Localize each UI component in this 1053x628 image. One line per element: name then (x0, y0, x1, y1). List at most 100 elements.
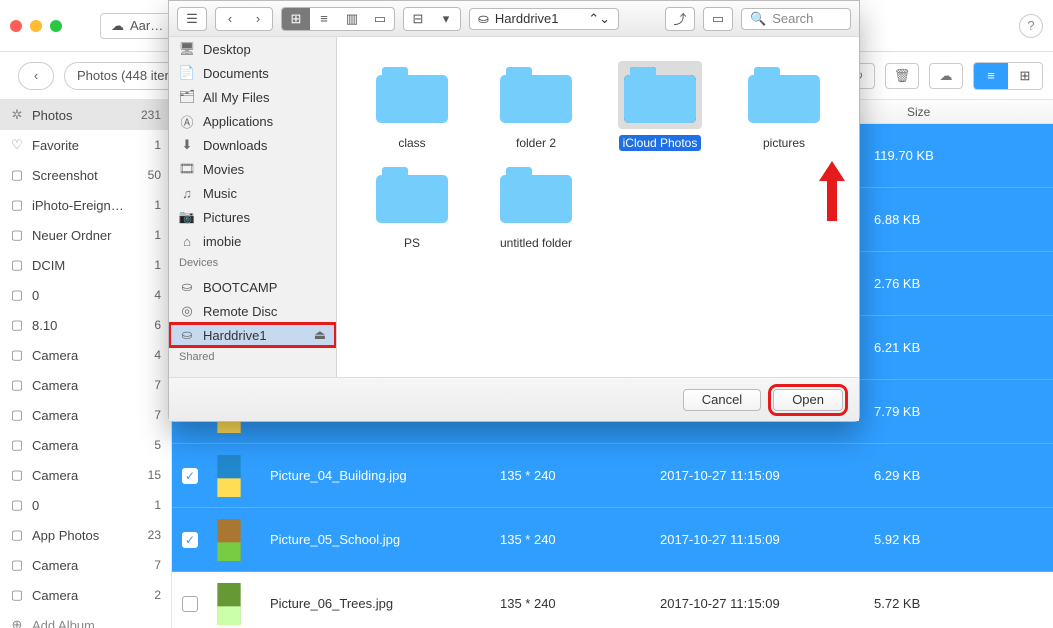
row-checkbox[interactable]: ✓ (172, 468, 208, 484)
table-row[interactable]: ✓ Picture_04_Building.jpg 135 * 240 2017… (172, 444, 1053, 508)
cancel-button[interactable]: Cancel (683, 389, 761, 411)
favorites-music[interactable]: ♫Music (169, 181, 336, 205)
account-badge[interactable]: ☁ Aar… (100, 13, 174, 39)
heart-icon: ♡ (10, 138, 24, 152)
favorites-applications[interactable]: ⒶApplications (169, 109, 336, 133)
delete-button[interactable]: 🗑 (885, 63, 919, 89)
sidebar-item-count: 1 (154, 228, 161, 242)
close-window-button[interactable] (10, 20, 22, 32)
favorites-imobie[interactable]: ⌂imobie (169, 229, 336, 253)
sidebar-item-camera[interactable]: ▢ Camera 4 (0, 340, 171, 370)
row-checkbox[interactable]: ✓ (172, 532, 208, 548)
eject-icon[interactable]: ⏏ (314, 327, 326, 343)
folder-untitled-folder[interactable]: untitled folder (479, 161, 593, 251)
sidebar-item-neuer-ordner[interactable]: ▢ Neuer Ordner 1 (0, 220, 171, 250)
favorites-documents[interactable]: 📄Documents (169, 61, 336, 85)
add-album-button[interactable]: ⊕Add Album (0, 610, 171, 628)
file-size: 6.88 KB (860, 212, 1053, 227)
sidebar-item-screenshot[interactable]: ▢ Screenshot 50 (0, 160, 171, 190)
sidebar-item-8-10[interactable]: ▢ 8.10 6 (0, 310, 171, 340)
folder-class[interactable]: class (355, 61, 469, 151)
sidebar-item-camera[interactable]: ▢ Camera 7 (0, 550, 171, 580)
view-segment: ⊞ ≡ ▥ ▭ (281, 7, 395, 31)
help-button[interactable]: ? (1019, 14, 1043, 38)
phone-icon: ▢ (10, 558, 24, 572)
file-size: 6.21 KB (860, 340, 1053, 355)
folder-icon (376, 67, 448, 123)
sidebar-item-0[interactable]: ▢ 0 4 (0, 280, 171, 310)
sidebar-item-camera[interactable]: ▢ Camera 2 (0, 580, 171, 610)
sidebar-item-photos[interactable]: ✲ Photos 231 (0, 100, 171, 130)
favorites-movies[interactable]: 🎞Movies (169, 157, 336, 181)
nav-back-button[interactable]: ‹ (216, 8, 244, 30)
nav-forward-button[interactable]: › (244, 8, 272, 30)
device-bootcamp[interactable]: ⛀BOOTCAMP (169, 275, 336, 299)
sidebar-item-label: 0 (32, 288, 146, 303)
device-harddrive1[interactable]: ⛀Harddrive1⏏ (169, 323, 336, 347)
row-checkbox[interactable] (172, 596, 208, 612)
sidebar-item-label: Camera (32, 378, 146, 393)
sidebar-item-label: 8.10 (32, 318, 146, 333)
sidebar-item-count: 6 (154, 318, 161, 332)
sidebar-item-iphoto-ereign-[interactable]: ▢ iPhoto-Ereign… 1 (0, 190, 171, 220)
favorites-downloads[interactable]: ⬇Downloads (169, 133, 336, 157)
sidebar-item-camera[interactable]: ▢ Camera 5 (0, 430, 171, 460)
file-dimensions: 135 * 240 (500, 468, 660, 483)
column-size[interactable]: Size (893, 105, 1053, 119)
list-view-button[interactable]: ≡ (310, 8, 338, 30)
folder-ps[interactable]: PS (355, 161, 469, 251)
dialog-folder-pane: class folder 2 iCloud Photos pictures PS… (337, 37, 859, 377)
tags-button[interactable]: ▭ (703, 7, 733, 31)
icon-view-button[interactable]: ⊞ (282, 8, 310, 30)
device-remote-disc[interactable]: ◎Remote Disc (169, 299, 336, 323)
zoom-window-button[interactable] (50, 20, 62, 32)
thumbnail (208, 583, 250, 625)
cloud-button[interactable]: ☁ (929, 63, 963, 89)
sidebar-item-label: Screenshot (32, 168, 140, 183)
sidebar-item-camera[interactable]: ▢ Camera 7 (0, 400, 171, 430)
share-icon: ⤴ (666, 8, 694, 30)
minimize-window-button[interactable] (30, 20, 42, 32)
phone-icon: ▢ (10, 318, 24, 332)
sidebar-toggle[interactable]: ☰ (177, 7, 207, 31)
arrange-segment[interactable]: ⊟▾ (403, 7, 461, 31)
tag-icon: ▭ (704, 8, 732, 30)
folder-label: PS (400, 235, 424, 251)
file-size: 119.70 KB (860, 148, 1053, 163)
sidebar-item-label: Camera (32, 348, 146, 363)
app-icon: Ⓐ (179, 112, 195, 131)
grid-view-button[interactable]: ⊞ (1008, 63, 1042, 89)
sidebar-item-label: Photos (32, 108, 133, 123)
open-button[interactable]: Open (773, 389, 843, 411)
share-button[interactable]: ⤴ (665, 7, 695, 31)
folder-icloud-photos[interactable]: iCloud Photos (603, 61, 717, 151)
list-view-button[interactable]: ≡ (974, 63, 1008, 89)
sidebar-item-dcim[interactable]: ▢ DCIM 1 (0, 250, 171, 280)
cloud-icon: ☁ (111, 18, 124, 34)
sidebar-item-camera[interactable]: ▢ Camera 7 (0, 370, 171, 400)
view-toggle: ≡ ⊞ (973, 62, 1043, 90)
file-date: 2017-10-27 11:15:09 (660, 596, 860, 611)
sidebar-icon: ☰ (178, 8, 206, 30)
favorites-desktop[interactable]: 🖥Desktop (169, 37, 336, 61)
table-row[interactable]: Picture_06_Trees.jpg 135 * 240 2017-10-2… (172, 572, 1053, 628)
phone-icon: ▢ (10, 348, 24, 362)
sidebar-item-count: 7 (154, 378, 161, 392)
flower-icon: ✲ (10, 108, 24, 122)
table-row[interactable]: ✓ Picture_05_School.jpg 135 * 240 2017-1… (172, 508, 1053, 572)
sidebar-item-0[interactable]: ▢ 0 1 (0, 490, 171, 520)
folder-folder-2[interactable]: folder 2 (479, 61, 593, 151)
favorites-pictures[interactable]: 📷Pictures (169, 205, 336, 229)
desktop-icon: 🖥 (179, 41, 195, 57)
search-input[interactable]: 🔍 Search (741, 8, 851, 30)
folder-pictures[interactable]: pictures (727, 61, 841, 151)
column-view-button[interactable]: ▥ (338, 8, 366, 30)
doc-icon: 📄 (179, 65, 195, 81)
location-dropdown[interactable]: ⛀ Harddrive1 ⌃⌄ (469, 8, 619, 30)
sidebar-item-camera[interactable]: ▢ Camera 15 (0, 460, 171, 490)
back-button[interactable]: ‹ (18, 62, 54, 90)
sidebar-item-favorite[interactable]: ♡ Favorite 1 (0, 130, 171, 160)
sidebar-item-app-photos[interactable]: ▢ App Photos 23 (0, 520, 171, 550)
coverflow-view-button[interactable]: ▭ (366, 8, 394, 30)
favorites-all-my-files[interactable]: 🗂All My Files (169, 85, 336, 109)
